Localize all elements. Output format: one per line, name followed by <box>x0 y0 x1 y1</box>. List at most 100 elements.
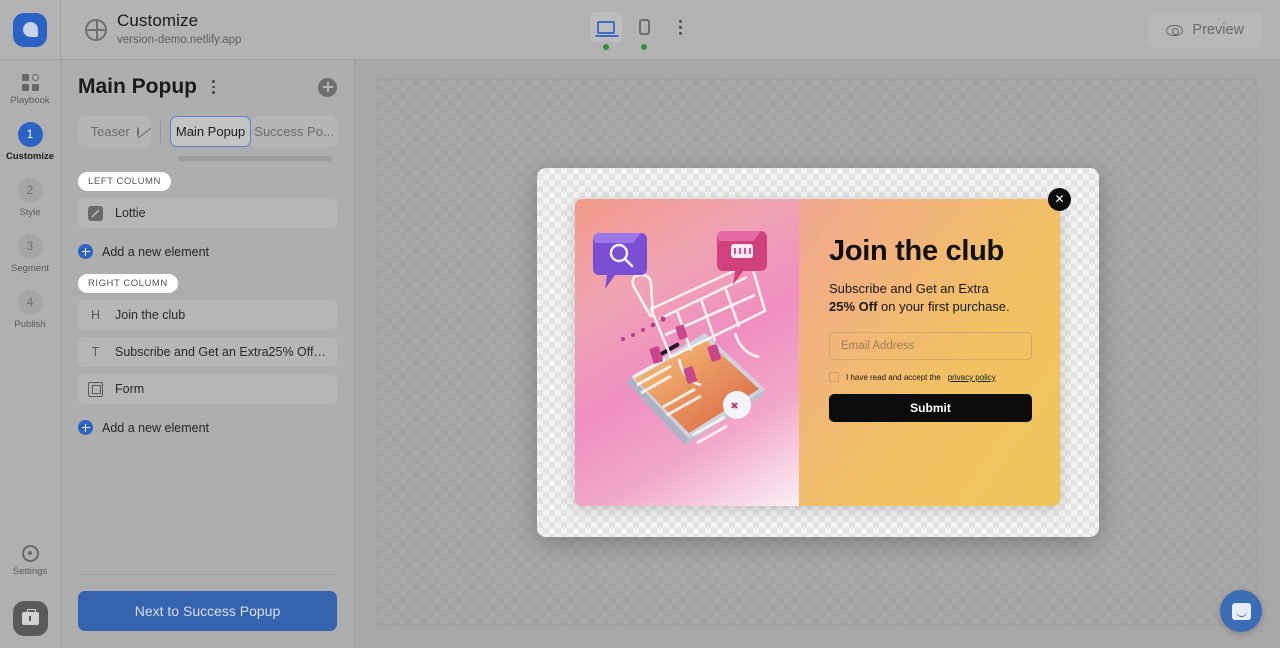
canvas-wrap: Join the club Subscribe and Get an Extra… <box>355 60 1280 648</box>
plus-icon <box>78 420 93 435</box>
mobile-icon <box>638 19 650 35</box>
popup-step-tabs: Teaser Main Popup Success Po... <box>78 116 337 147</box>
email-field[interactable]: Email Address <box>829 332 1032 361</box>
sidebar-item-label: Publish <box>14 319 46 330</box>
sidebar-item-playbook[interactable]: Playbook <box>0 74 60 106</box>
sidebar-item-label: Segment <box>10 263 50 274</box>
popup-subtitle-line2: on your first purchase. <box>877 299 1010 315</box>
desktop-status-dot <box>603 44 609 50</box>
panel-divider <box>78 574 337 575</box>
element-label: Subscribe and Get an Extra25% Off on you… <box>115 345 327 359</box>
list-item[interactable]: Lottie <box>78 198 337 228</box>
eye-off-icon <box>136 126 139 137</box>
consent-text: I have read and accept the <box>846 372 941 382</box>
list-item[interactable]: Form <box>78 374 337 404</box>
sidebar-item-label: Settings <box>12 566 48 577</box>
brand-logo-glyph <box>22 22 38 37</box>
popup-subtitle: Subscribe and Get an Extra 25% Off on yo… <box>829 280 1032 318</box>
tab-teaser[interactable]: Teaser <box>78 116 152 147</box>
preview-canvas[interactable]: Join the club Subscribe and Get an Extra… <box>377 78 1258 626</box>
left-rail: Playbook 1 Customize 2 Style 3 Segment 4… <box>0 60 61 648</box>
form-icon <box>88 381 103 397</box>
editor-panel: Main Popup Teaser Main Popup Success Po.… <box>61 60 355 648</box>
gear-icon <box>21 545 39 562</box>
add-element-label: Add a new element <box>102 244 210 259</box>
tabs-scrollbar-thumb[interactable] <box>178 156 332 161</box>
tab-divider <box>160 120 162 143</box>
panel-title: Main Popup <box>78 75 197 98</box>
consent-checkbox[interactable] <box>829 372 839 383</box>
popup-card: Join the club Subscribe and Get an Extra… <box>536 167 1099 537</box>
sidebar-item-publish[interactable]: 4 Publish <box>0 290 60 330</box>
sidebar-item-style[interactable]: 2 Style <box>0 178 60 218</box>
sidebar-item-label: Customize <box>5 151 55 162</box>
step-number: 3 <box>17 234 43 259</box>
device-toggle-group <box>590 12 690 50</box>
preview-button[interactable]: Preview <box>1148 12 1262 48</box>
tab-success-popup[interactable]: Success Po... <box>251 116 337 147</box>
panel-header: Main Popup <box>78 60 337 99</box>
tab-main-popup[interactable]: Main Popup <box>170 116 252 147</box>
privacy-policy-link[interactable]: privacy policy <box>948 373 996 382</box>
tab-label: Success Po... <box>254 124 334 139</box>
site-url: version-demo.netlify.app <box>117 33 242 46</box>
brand-logo-icon <box>13 12 47 47</box>
popup-discount-value: 25% Off <box>829 299 878 315</box>
popup-heading: Join the club <box>829 234 1004 267</box>
step-number: 4 <box>17 290 43 315</box>
list-item[interactable]: H Join the club <box>78 300 337 330</box>
close-icon[interactable]: ✕ <box>1048 187 1071 211</box>
lottie-icon <box>88 205 103 221</box>
shopping-cart-phone-illustration <box>575 198 799 506</box>
heading-icon: H <box>90 308 101 322</box>
chat-bubble-icon <box>1231 602 1251 620</box>
element-label: Join the club <box>115 308 186 322</box>
site-info[interactable]: Customize version-demo.netlify.app <box>61 11 241 47</box>
tab-label: Main Popup <box>175 124 246 139</box>
grid-icon <box>21 74 39 91</box>
sidebar-item-segment[interactable]: 3 Segment <box>0 234 60 274</box>
tab-label: Teaser <box>90 124 130 139</box>
top-bar: Customize version-demo.netlify.app Previ… <box>0 0 1280 60</box>
add-element-right-button[interactable]: Add a new element <box>78 420 337 435</box>
right-column-chip: RIGHT COLUMN <box>78 274 178 293</box>
sidebar-item-customize[interactable]: 1 Customize <box>0 122 60 162</box>
consent-row: I have read and accept the privacy polic… <box>829 372 1032 383</box>
preview-button-label: Preview <box>1192 22 1244 38</box>
app-root: Customize version-demo.netlify.app Previ… <box>0 0 1280 648</box>
chat-support-button[interactable] <box>1220 590 1262 632</box>
next-to-success-popup-button[interactable]: Next to Success Popup <box>78 591 337 631</box>
sidebar-item-label: Playbook <box>10 95 50 106</box>
element-label: Lottie <box>115 206 146 220</box>
mobile-status-dot <box>641 44 647 50</box>
tabs-scrollbar-track <box>78 156 337 161</box>
body-row: Playbook 1 Customize 2 Style 3 Segment 4… <box>0 60 1280 648</box>
popup-preview[interactable]: Join the club Subscribe and Get an Extra… <box>575 187 1071 506</box>
element-label: Form <box>115 382 145 396</box>
left-column-chip: LEFT COLUMN <box>78 172 171 191</box>
submit-button[interactable]: Submit <box>829 394 1032 423</box>
more-vertical-icon[interactable] <box>670 14 690 40</box>
step-number: 2 <box>17 178 43 203</box>
panel-spacer <box>78 439 337 574</box>
brand-logo[interactable] <box>0 0 61 60</box>
panel-more-icon[interactable] <box>208 76 219 97</box>
email-placeholder: Email Address <box>841 340 915 353</box>
page-title: Customize <box>117 11 199 31</box>
device-desktop-button[interactable] <box>590 12 622 50</box>
plus-icon <box>78 244 93 259</box>
sidebar-item-label: Style <box>19 207 41 218</box>
text-icon: T <box>91 345 100 359</box>
sidebar-item-settings[interactable]: Settings <box>0 545 60 577</box>
popup-subtitle-line1: Subscribe and Get an Extra <box>829 280 989 296</box>
add-element-left-button[interactable]: Add a new element <box>78 244 337 259</box>
list-item[interactable]: T Subscribe and Get an Extra25% Off on y… <box>78 337 337 367</box>
eye-icon <box>1166 24 1184 36</box>
add-element-label: Add a new element <box>102 420 210 435</box>
plus-circle-icon[interactable] <box>318 77 337 97</box>
device-mobile-button[interactable] <box>628 12 660 50</box>
globe-icon <box>85 18 107 41</box>
illustration-svg <box>593 230 767 445</box>
briefcase-icon <box>21 608 39 625</box>
briefcase-button[interactable] <box>12 601 48 636</box>
